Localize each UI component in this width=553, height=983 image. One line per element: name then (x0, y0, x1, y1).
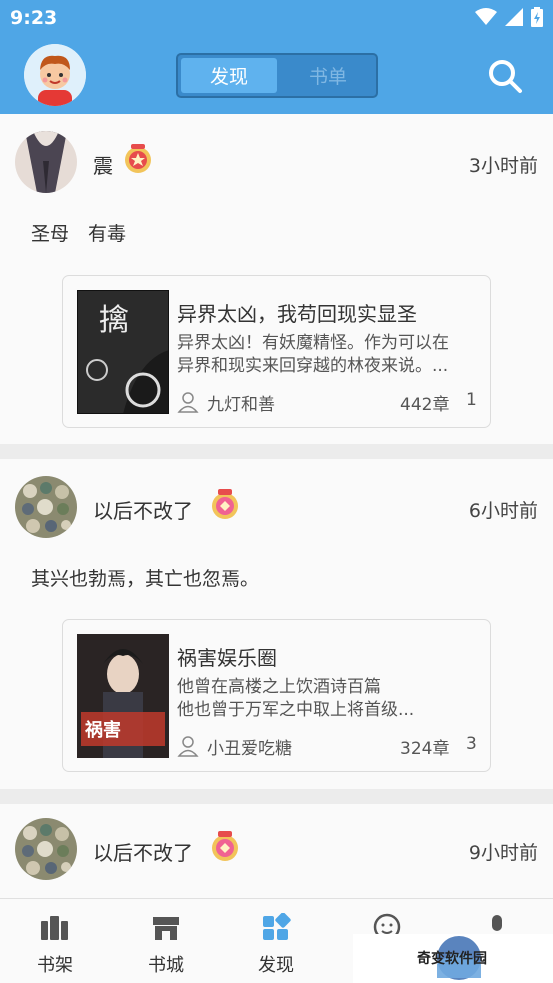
avatar-illustration (24, 44, 86, 106)
book-cover-art: 擒 (77, 290, 169, 414)
tab-label: 发现 (258, 955, 294, 976)
book-cover: 擒 (77, 290, 169, 414)
wifi-icon (475, 8, 497, 25)
post-content: 圣母 有毒 (31, 223, 127, 245)
avatar-photo (15, 476, 77, 538)
search-button[interactable] (487, 58, 523, 94)
feed-post[interactable]: 震 3小时前 圣母 有毒 擒 异界太凶，我苟回现实显圣 异界太凶！有妖魔精怪。作… (0, 114, 553, 444)
post-username[interactable]: 以后不改了 (93, 495, 193, 524)
author-icon (177, 392, 199, 413)
feed-post[interactable]: 以后不改了 6小时前 其兴也勃焉，其亡也忽焉。 祸害 祸害娱乐圈 他曾在高楼之上… (0, 459, 553, 789)
book-description: 异界太凶！有妖魔精怪。作为可以在 异界和现实来回穿越的林夜来说。... (177, 332, 477, 378)
book-title: 异界太凶，我苟回现实显圣 (177, 302, 417, 326)
book-card[interactable]: 擒 异界太凶，我苟回现实显圣 异界太凶！有妖魔精怪。作为可以在 异界和现实来回穿… (62, 275, 491, 428)
avatar-photo (15, 818, 77, 880)
signal-icon (505, 8, 523, 26)
book-cover-art: 祸害 (77, 634, 169, 758)
cover-title-text: 擒 (99, 303, 129, 338)
watermark: 奇变软件园 (353, 934, 553, 983)
book-desc-line: 他曾在高楼之上饮酒诗百篇 (177, 677, 381, 697)
post-user-avatar[interactable] (15, 476, 77, 538)
tab-booklist[interactable]: 书单 (280, 55, 376, 96)
tab-label: 书架 (37, 955, 73, 976)
book-chapters: 442章 (400, 395, 450, 415)
post-content: 其兴也勃焉，其亡也忽焉。 (31, 568, 260, 590)
post-user-avatar[interactable] (15, 818, 77, 880)
avatar-photo (15, 131, 77, 193)
status-time: 9:23 (10, 7, 58, 29)
book-description: 他曾在高楼之上饮酒诗百篇 他也曾于万军之中取上将首级... (177, 676, 477, 722)
feed-post[interactable]: 以后不改了 9小时前 (0, 804, 553, 898)
author-icon (177, 736, 199, 757)
watermark-text: 奇变软件园 (417, 951, 487, 967)
battery-icon (531, 7, 543, 27)
cover-title-text: 祸害 (85, 719, 121, 741)
book-desc-line: 异界和现实来回穿越的林夜来说。... (177, 356, 449, 376)
book-author: 小丑爱吃糖 (207, 739, 292, 759)
book-desc-line: 异界太凶！有妖魔精怪。作为可以在 (177, 333, 449, 353)
tab-label: 书城 (148, 955, 184, 976)
book-card[interactable]: 祸害 祸害娱乐圈 他曾在高楼之上饮酒诗百篇 他也曾于万军之中取上将首级... 小… (62, 619, 491, 772)
tab-bookshelf[interactable]: 书架 (0, 899, 110, 983)
system-icons (475, 7, 543, 27)
book-title: 祸害娱乐圈 (177, 646, 277, 670)
bookshelf-icon (41, 916, 68, 940)
medal-badge-icon (208, 488, 242, 520)
post-user-avatar[interactable] (15, 131, 77, 193)
post-time: 3小时前 (468, 155, 538, 177)
book-count: 1 (466, 390, 477, 410)
post-username[interactable]: 震 (93, 150, 113, 179)
post-time: 6小时前 (468, 500, 538, 522)
medal-badge-icon (121, 143, 155, 175)
discover-icon (263, 913, 291, 940)
post-username[interactable]: 以后不改了 (93, 837, 193, 866)
book-count: 3 (466, 734, 477, 754)
tab-discover-bottom[interactable]: 发现 (221, 899, 331, 983)
post-time: 9小时前 (468, 842, 538, 864)
tab-discover[interactable]: 发现 (181, 58, 277, 93)
tab-bookstore[interactable]: 书城 (111, 899, 221, 983)
user-avatar[interactable] (24, 44, 86, 106)
header-tab-switch: 发现 书单 (176, 53, 378, 98)
app-header: 9:23 发现 书单 (0, 0, 553, 114)
book-author: 九灯和善 (207, 395, 275, 415)
search-icon (489, 60, 522, 93)
status-bar: 9:23 (0, 0, 553, 38)
discover-feed[interactable]: 震 3小时前 圣母 有毒 擒 异界太凶，我苟回现实显圣 异界太凶！有妖魔精怪。作… (0, 114, 553, 898)
medal-badge-icon (208, 830, 242, 862)
book-desc-line: 他也曾于万军之中取上将首级... (177, 700, 415, 720)
store-icon (153, 917, 179, 940)
book-cover: 祸害 (77, 634, 169, 758)
book-chapters: 324章 (400, 739, 450, 759)
